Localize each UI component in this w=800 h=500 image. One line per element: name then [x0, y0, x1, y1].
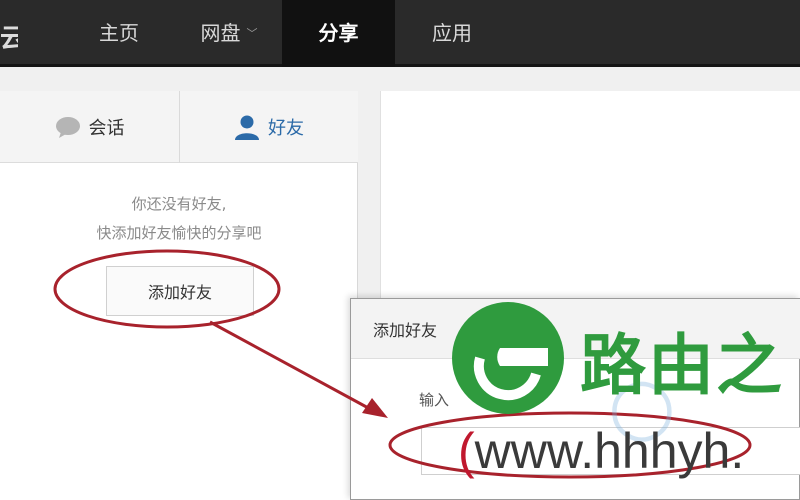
nav-share[interactable]: 分享	[282, 0, 395, 67]
tab-conversations-label: 会话	[88, 118, 125, 139]
brand-logo[interactable]: 云	[0, 18, 18, 55]
dialog-title: 添加好友	[373, 321, 438, 340]
watermark-url-text: www.hhhyh.	[474, 423, 745, 479]
watermark-logo-text: 路由之	[580, 327, 784, 404]
user-icon	[235, 115, 259, 140]
empty-message-line2: 快添加好友愉快的分享吧	[96, 224, 262, 242]
watermark-url: (www.hhhyh.	[458, 422, 744, 480]
empty-message-line1: 你还没有好友,	[131, 195, 227, 213]
nav-home-label: 主页	[99, 21, 139, 45]
nav-apps[interactable]: 应用	[398, 0, 506, 67]
tab-conversations[interactable]: 会话	[0, 91, 179, 163]
friends-panel: 会话 好友 你还没有好友, 快添加好友愉快的分享吧 添加好友	[0, 91, 358, 500]
nav-home[interactable]: 主页	[66, 0, 172, 67]
chevron-down-icon: ﹀	[246, 27, 258, 40]
nav-share-label: 分享	[318, 21, 359, 45]
add-friend-button[interactable]: 添加好友	[106, 266, 254, 316]
tab-friends[interactable]: 好友	[180, 91, 358, 163]
panel-tabs: 会话 好友	[0, 91, 358, 163]
dialog-input-label: 输入	[419, 391, 450, 409]
tab-friends-label: 好友	[268, 118, 304, 139]
top-nav-bar: 云 主页 网盘 ﹀ 分享 应用	[0, 0, 800, 67]
nav-netdisk-label: 网盘	[200, 21, 241, 45]
nav-netdisk[interactable]: 网盘 ﹀	[176, 0, 282, 67]
watermark-url-paren: (	[458, 423, 475, 479]
chat-bubble-icon	[55, 117, 80, 138]
nav-apps-label: 应用	[432, 21, 472, 45]
